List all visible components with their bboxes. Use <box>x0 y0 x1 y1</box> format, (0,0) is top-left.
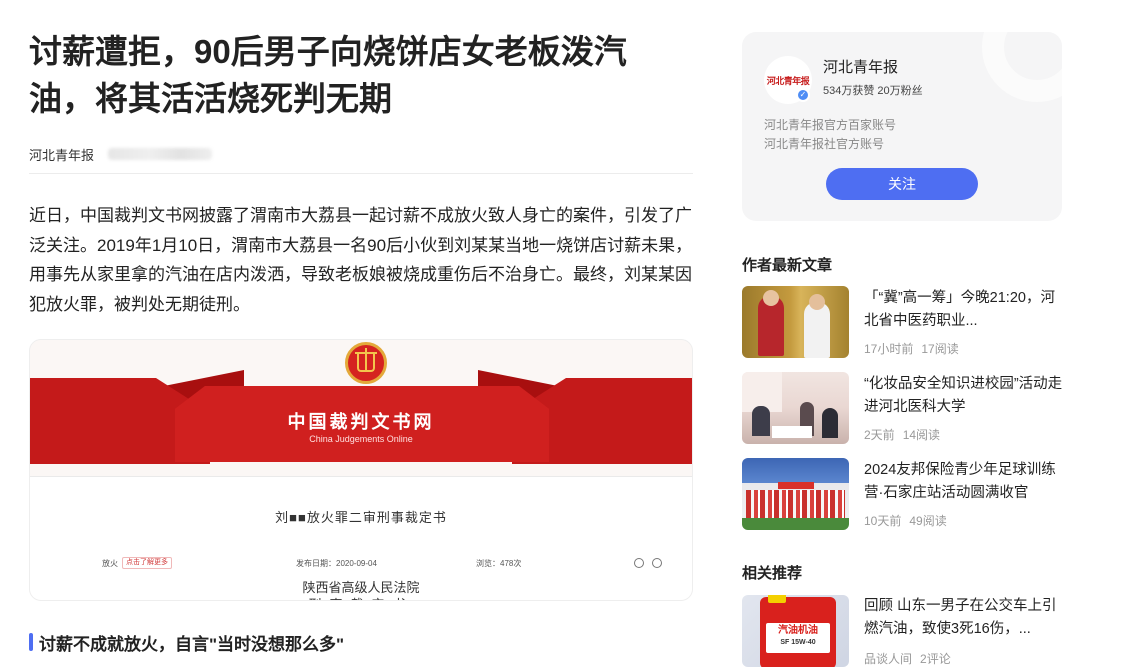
blurred-timestamp <box>108 148 213 160</box>
print-icon <box>634 558 644 568</box>
article-thumbnail: 汽油机油 SF 15W-40 <box>742 595 849 667</box>
list-item-meta: 2天前 14阅读 <box>864 426 940 443</box>
document-paper: 刘■■放火罪二审刑事裁定书 放火 点击了解更多 发布日期：2020-09-04 … <box>30 476 692 600</box>
doc-tool-icons <box>634 558 662 568</box>
list-item[interactable]: 汽油机油 SF 15W-40 回顾 山东一男子在公交车上引燃汽油，致使3死16伤… <box>742 595 1072 667</box>
court-emblem-icon <box>345 342 387 384</box>
item-time: 2天前 <box>864 428 895 442</box>
list-item[interactable]: 「“冀”高一筹」今晚21:20，河北省中医药职业... 17小时前 17阅读 <box>742 286 1072 358</box>
follow-button[interactable]: 关注 <box>826 168 978 200</box>
item-time: 17小时前 <box>864 342 914 356</box>
byline: 河北青年报 <box>29 145 213 164</box>
list-item-meta: 10天前 49阅读 <box>864 512 947 529</box>
author-stats: 534万获赞 20万粉丝 <box>823 85 923 97</box>
list-item-title[interactable]: 回顾 山东一男子在公交车上引燃汽油，致使3死16伤，... <box>864 595 1064 641</box>
list-item-meta: 品谈人间 2评论 <box>864 650 951 667</box>
article-thumbnail <box>742 372 849 444</box>
article-title: 讨薪遭拒，90后男子向烧饼店女老板泼汽油，将其活活烧死判无期 <box>29 33 627 117</box>
meta-label: 放火 <box>102 558 118 568</box>
item-reads: 49阅读 <box>909 514 947 528</box>
thumb-label: 汽油机油 <box>778 625 818 636</box>
meta-tag: 点击了解更多 <box>122 557 172 569</box>
heading-bar <box>29 633 33 651</box>
list-item-title[interactable]: 「“冀”高一筹」今晚21:20，河北省中医药职业... <box>864 287 1064 333</box>
section-heading: 讨薪不成就放火，自言"当时没想那么多" <box>29 631 345 654</box>
author-name[interactable]: 河北青年报 <box>823 56 898 77</box>
article-thumbnail <box>742 286 849 358</box>
section-heading-text: 讨薪不成就放火，自言"当时没想那么多" <box>39 634 345 654</box>
list-item[interactable]: “化妆品安全知识进校园”活动走进河北医科大学 2天前 14阅读 <box>742 372 1072 444</box>
article-thumbnail <box>742 458 849 530</box>
item-source: 品谈人间 <box>864 652 913 666</box>
article-paragraph: 近日，中国裁判文书网披露了渭南市大荔县一起讨薪不成放火致人身亡的案件，引发了广泛… <box>29 206 693 314</box>
list-item-title[interactable]: “化妆品安全知识进校园”活动走进河北医科大学 <box>864 373 1064 419</box>
document-type: 刑事裁定书 <box>30 594 692 600</box>
item-reads: 14阅读 <box>902 428 941 442</box>
article-source[interactable]: 河北青年报 <box>29 145 94 164</box>
related-heading: 相关推荐 <box>742 565 803 582</box>
list-item-meta: 17小时前 17阅读 <box>864 340 959 357</box>
card-decoration <box>982 32 1062 102</box>
item-reads: 17阅读 <box>921 342 959 356</box>
banner-title: 中国裁判文书网 <box>287 412 435 432</box>
view-count: 浏览：478次 <box>476 558 522 568</box>
author-card: 河北青年报 ✓ 河北青年报 534万获赞 20万粉丝 河北青年报官方百家账号 河… <box>742 32 1062 221</box>
banner-subtitle: China Judgements Online <box>309 434 413 444</box>
publish-date: 发布日期：2020-09-04 <box>296 558 377 568</box>
item-comments: 2评论 <box>920 652 951 666</box>
document-heading: 刘■■放火罪二审刑事裁定书 <box>275 510 447 525</box>
author-description: 河北青年报官方百家账号 河北青年报社官方账号 <box>764 116 896 154</box>
list-item-title[interactable]: 2024友邦保险青少年足球训练营·石家庄站活动圆满收官 <box>864 459 1064 505</box>
list-item[interactable]: 2024友邦保险青少年足球训练营·石家庄站活动圆满收官 10天前 49阅读 <box>742 458 1072 530</box>
article-image[interactable]: 中国裁判文书网 China Judgements Online 刘■■放火罪二审… <box>29 339 693 601</box>
document-meta: 放火 点击了解更多 发布日期：2020-09-04 浏览：478次 <box>102 555 662 571</box>
verified-icon: ✓ <box>796 88 810 102</box>
latest-articles-heading: 作者最新文章 <box>742 257 833 274</box>
divider <box>29 173 693 174</box>
author-desc-line-1: 河北青年报官方百家账号 <box>764 118 897 132</box>
download-icon <box>652 558 662 568</box>
item-time: 10天前 <box>864 514 902 528</box>
thumb-label-sub: SF 15W-40 <box>780 639 816 646</box>
author-desc-line-2: 河北青年报社官方账号 <box>764 137 885 151</box>
author-logo: 河北青年报 <box>766 76 810 87</box>
